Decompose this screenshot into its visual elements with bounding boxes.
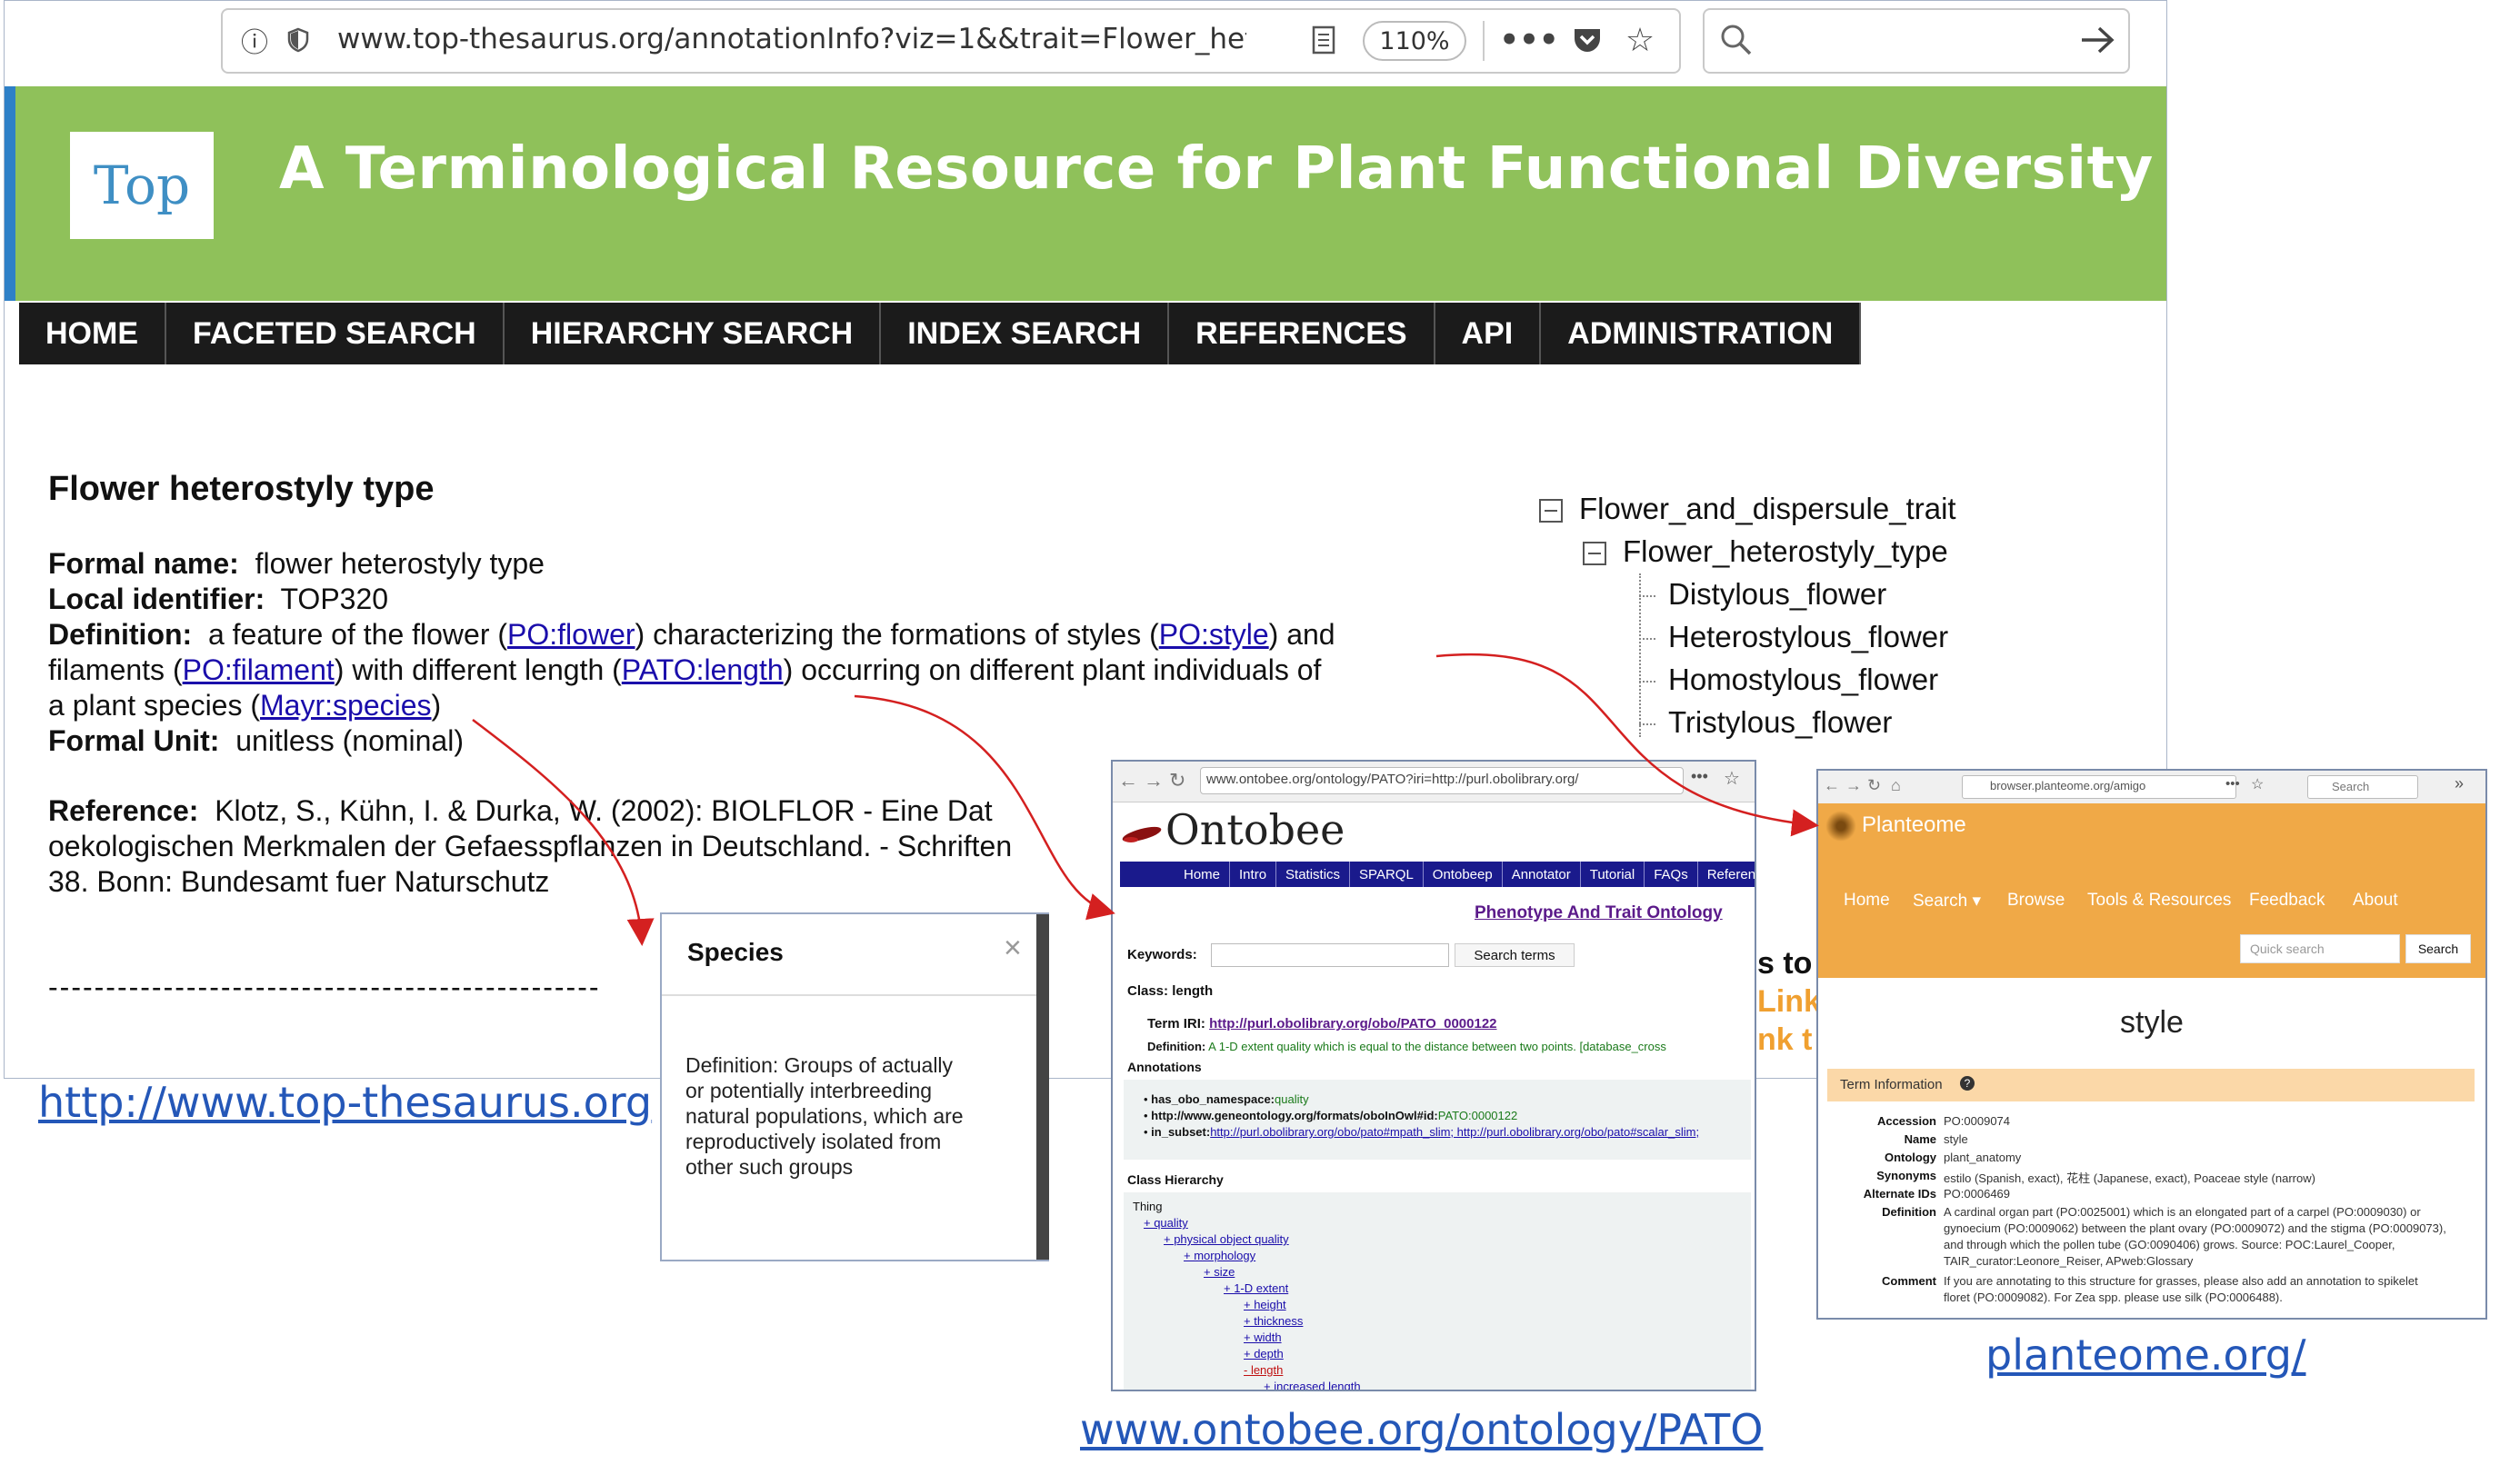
arrow-style-to-planteome <box>1435 653 1819 837</box>
arrow-species-to-popup <box>472 719 655 946</box>
arrow-length-to-ontobee <box>854 694 1115 921</box>
connector-arrows <box>472 653 1819 946</box>
